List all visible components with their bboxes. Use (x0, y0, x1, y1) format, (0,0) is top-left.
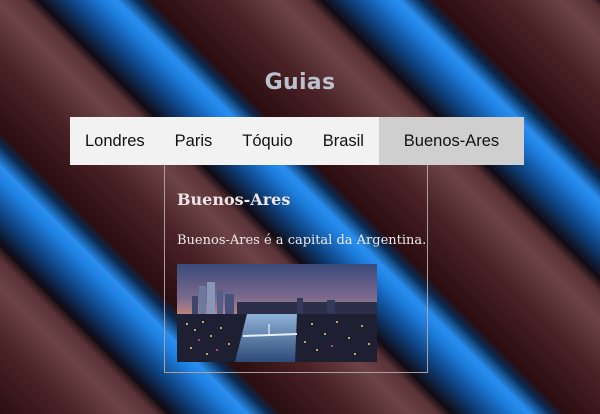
tab-paris[interactable]: Paris (160, 117, 228, 165)
page-title: Guias (264, 70, 336, 95)
tab-buenos-ares[interactable]: Buenos-Ares (378, 117, 524, 165)
tab-content-panel: Buenos-Ares Buenos-Ares é a capital da A… (164, 165, 428, 373)
tab-londres[interactable]: Londres (70, 117, 160, 165)
tab-bar: Londres Paris Tóquio Brasil Buenos-Ares (70, 117, 524, 165)
panel-heading: Buenos-Ares (177, 190, 291, 209)
tab-brasil[interactable]: Brasil (308, 117, 379, 165)
tab-toquio[interactable]: Tóquio (227, 117, 307, 165)
city-photo (177, 264, 377, 362)
panel-description: Buenos-Ares é a capital da Argentina. (177, 233, 427, 248)
